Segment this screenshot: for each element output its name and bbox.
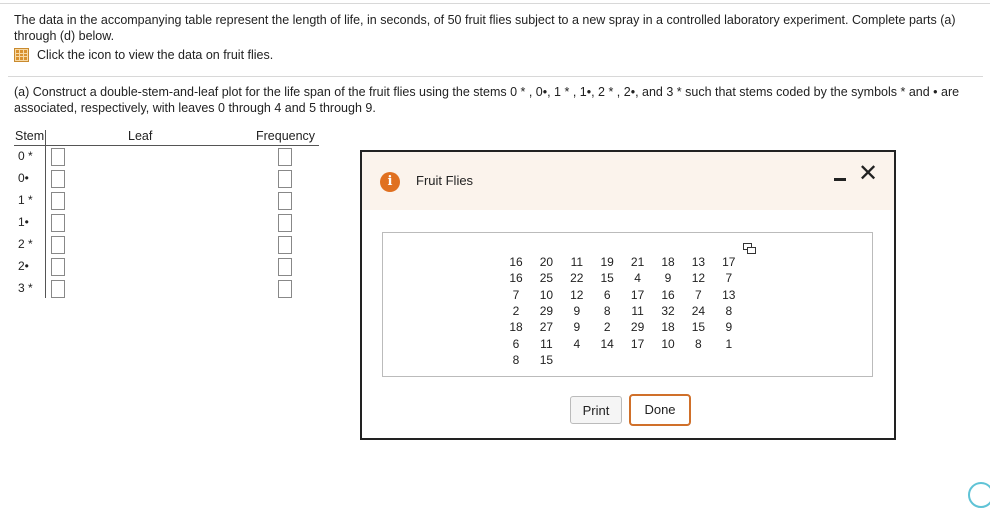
data-cell: 2 <box>603 320 611 335</box>
data-cell: 22 <box>570 271 584 286</box>
frequency-header: Frequency <box>256 129 316 143</box>
data-cell: 6 <box>512 336 520 351</box>
data-cell: 17 <box>630 287 645 302</box>
leaf-header: Leaf <box>128 129 153 143</box>
stem-label: 2 * <box>18 237 33 251</box>
frequency-input[interactable] <box>278 214 292 232</box>
leaf-input[interactable] <box>51 170 65 188</box>
data-cell: 29 <box>539 303 554 318</box>
section-divider <box>8 76 983 77</box>
data-cell: 4 <box>573 336 581 351</box>
frequency-input[interactable] <box>278 236 292 254</box>
data-cell: 32 <box>661 303 675 318</box>
data-cell: 29 <box>630 320 645 335</box>
data-cell: 17 <box>630 336 645 351</box>
data-cell: 10 <box>661 336 675 351</box>
data-cell: 7 <box>695 287 702 302</box>
data-cell: 19 <box>600 255 614 269</box>
leaf-input[interactable] <box>51 148 65 166</box>
data-cell: 27 <box>539 320 554 335</box>
data-cell: 14 <box>600 336 614 351</box>
data-cell: 21 <box>630 255 645 269</box>
data-cell: 7 <box>725 271 733 286</box>
minimize-icon[interactable] <box>834 178 846 181</box>
frequency-input[interactable] <box>278 258 292 276</box>
leaf-input[interactable] <box>51 214 65 232</box>
data-cell: 12 <box>691 271 706 286</box>
data-cell: 4 <box>634 271 641 286</box>
data-cell: 11 <box>540 336 553 351</box>
table-icon[interactable] <box>14 48 29 62</box>
data-cell: 11 <box>570 255 584 269</box>
data-link-row[interactable]: Click the icon to view the data on fruit… <box>14 48 273 62</box>
data-panel: 16 20 11 19 21 18 13 17 16 25 22 15 4 9 12 7 7 10 12 6 17 16 7… <box>382 232 873 377</box>
data-cell: 16 <box>509 271 523 286</box>
data-cell: 18 <box>661 320 675 335</box>
data-cell: 16 <box>509 255 523 269</box>
stem-label: 2• <box>18 259 29 273</box>
fruit-flies-dialog: i Fruit Flies ✕ 16 20 11 19 21 18 13 17 16 25 22 15… <box>360 150 896 440</box>
done-button[interactable]: Done <box>629 394 691 426</box>
leaf-input[interactable] <box>51 236 65 254</box>
data-cell: 16 <box>661 287 675 302</box>
frequency-input[interactable] <box>278 148 292 166</box>
data-cell: 18 <box>509 320 523 335</box>
frequency-input[interactable] <box>278 192 292 210</box>
stem-label: 1• <box>18 215 29 229</box>
stem-header: Stem <box>15 129 45 143</box>
stem-label: 0 * <box>18 149 33 163</box>
print-button[interactable]: Print <box>570 396 622 424</box>
data-cell: 10 <box>539 287 554 302</box>
data-cell: 8 <box>695 336 702 351</box>
data-cell: 12 <box>570 287 584 302</box>
frequency-input[interactable] <box>278 170 292 188</box>
data-cell: 25 <box>539 271 554 286</box>
data-link-text: Click the icon to view the data on fruit… <box>37 48 274 62</box>
data-cell: 15 <box>539 352 554 367</box>
data-cell: 9 <box>725 320 733 335</box>
data-cell: 8 <box>725 303 733 318</box>
copy-icon[interactable] <box>743 243 756 254</box>
stem-column-rule <box>45 130 46 298</box>
stem-label: 1 * <box>18 193 33 207</box>
info-icon: i <box>380 172 400 192</box>
data-cell: 8 <box>512 352 520 367</box>
stem-label: 0• <box>18 171 29 185</box>
question-intro: The data in the accompanying table repre… <box>14 13 956 43</box>
leaf-input[interactable] <box>51 258 65 276</box>
data-cell: 13 <box>722 287 736 302</box>
data-cell: 24 <box>691 303 706 318</box>
header-rule <box>14 145 319 146</box>
data-cell: 8 <box>603 303 611 318</box>
stem-label: 3 * <box>18 281 33 295</box>
dialog-title: Fruit Flies <box>416 173 474 188</box>
data-cell: 17 <box>722 255 736 269</box>
data-cell: 11 <box>631 303 644 318</box>
data-cell: 6 <box>603 287 611 302</box>
data-cell: 2 <box>512 303 520 318</box>
frequency-input[interactable] <box>278 280 292 298</box>
data-cell: 20 <box>539 255 554 269</box>
data-cell: 18 <box>661 255 675 269</box>
part-a-instructions: (a) Construct a double-stem-and-leaf plo… <box>14 85 960 115</box>
data-cell: 9 <box>664 271 672 286</box>
leaf-input[interactable] <box>51 192 65 210</box>
data-cell: 9 <box>573 320 581 335</box>
data-cell: 7 <box>512 287 520 302</box>
close-icon[interactable]: ✕ <box>858 159 878 187</box>
data-cell: 9 <box>573 303 581 318</box>
data-cell: 1 <box>725 336 733 351</box>
top-divider <box>0 3 990 4</box>
data-cell: 15 <box>600 271 614 286</box>
leaf-input[interactable] <box>51 280 65 298</box>
data-cell: 15 <box>691 320 706 335</box>
data-cell: 13 <box>691 255 706 269</box>
dialog-header: i Fruit Flies ✕ <box>362 152 894 210</box>
